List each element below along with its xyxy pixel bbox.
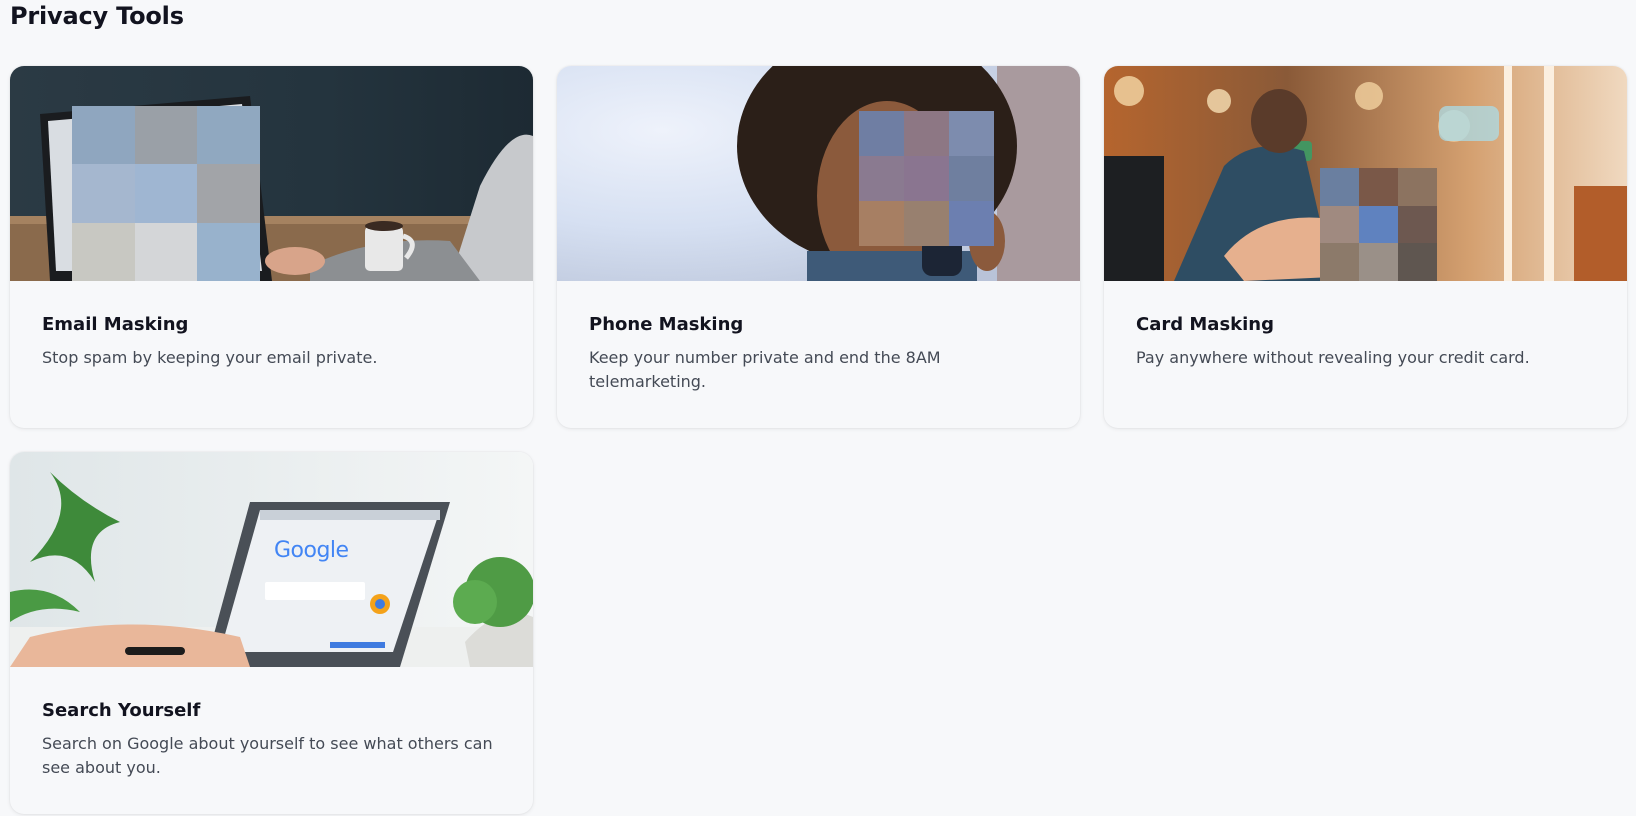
card-title: Search Yourself: [42, 700, 201, 721]
page-title: Privacy Tools: [10, 2, 184, 30]
email-masking-card[interactable]: Email Masking Stop spam by keeping your …: [10, 66, 533, 428]
card-description: Keep your number private and end the 8AM…: [589, 348, 941, 391]
card-title: Card Masking: [1136, 314, 1274, 335]
search-yourself-card[interactable]: Google Search Yourself Search on Google …: [10, 452, 533, 814]
pixelation-mosaic: [72, 106, 260, 281]
card-masking-image: [1104, 66, 1627, 281]
card-description: Pay anywhere without revealing your cred…: [1136, 348, 1530, 367]
google-logo: Google: [274, 538, 349, 563]
card-description: Search on Google about yourself to see w…: [42, 734, 493, 777]
card-title: Phone Masking: [589, 314, 744, 335]
email-masking-image: [10, 66, 533, 281]
card-description: Stop spam by keeping your email private.: [42, 348, 378, 367]
pixelation-mosaic: [859, 111, 994, 246]
card-masking-card[interactable]: Card Masking Pay anywhere without reveal…: [1104, 66, 1627, 428]
search-yourself-image: Google: [10, 452, 533, 667]
pixelation-mosaic: [1320, 168, 1437, 281]
card-title: Email Masking: [42, 314, 189, 335]
phone-masking-card[interactable]: Phone Masking Keep your number private a…: [557, 66, 1080, 428]
phone-masking-image: [557, 66, 1080, 281]
